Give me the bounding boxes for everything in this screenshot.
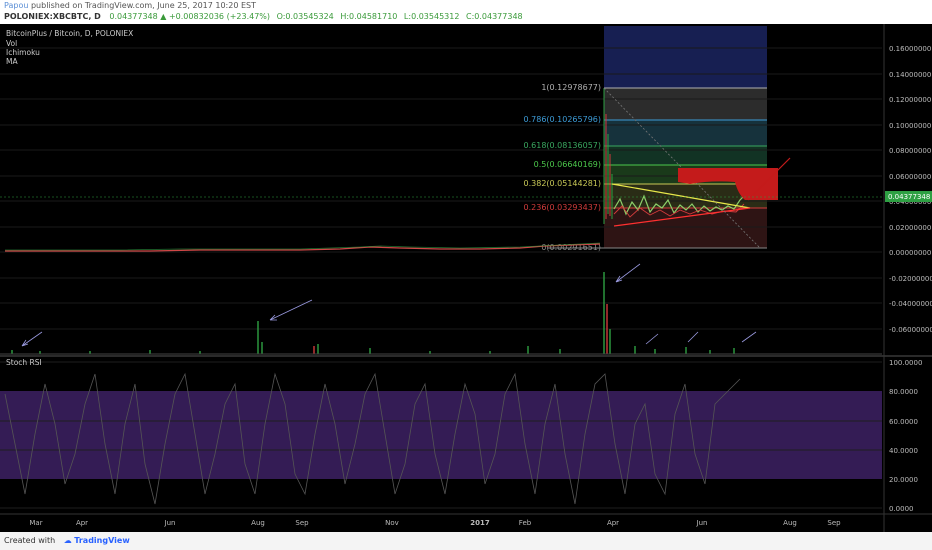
x-tick-1: Apr	[76, 519, 88, 527]
rsi-band	[0, 391, 882, 479]
fib-zone-1	[604, 88, 767, 120]
symbol-label: POLONIEX:XBCBTC, D	[4, 12, 101, 21]
price-tick-5: 0.06000000	[889, 173, 931, 181]
rsi-tick-0: 100.0000	[889, 359, 922, 367]
x-tick-3: Aug	[251, 519, 265, 527]
rsi-tick-2: 60.0000	[889, 418, 918, 426]
x-tick-0: Mar	[29, 519, 42, 527]
fib-zone-2	[604, 120, 767, 146]
fib-zone-3	[604, 146, 767, 165]
price-tick-8: 0.00000000	[889, 249, 931, 257]
price-tick-3: 0.10000000	[889, 122, 931, 130]
legend-title: BitcoinPlus / Bitcoin, D, POLONIEX	[6, 29, 133, 38]
footer: Created with ☁ TradingView	[0, 532, 932, 550]
price-tick-11: -0.06000000	[889, 326, 932, 334]
price-tick-0: 0.16000000	[889, 45, 931, 53]
fib-upper-zone	[604, 26, 767, 88]
x-tick-2: Jun	[164, 519, 176, 527]
fib-label-05: 0.5(0.06640169)	[534, 160, 601, 169]
high-value: H:0.04581710	[340, 12, 398, 21]
chart-area[interactable]: 1(0.12978677) 0.786(0.10265796) 0.618(0.…	[0, 24, 932, 532]
last-price-badge-text: 0.04377348	[888, 193, 930, 201]
legend-ichimoku[interactable]: Ichimoku	[6, 48, 40, 57]
ohlc-line: POLONIEX:XBCBTC, D 0.04377348 ▲ +0.00832…	[0, 11, 932, 23]
open-value: O:0.03545324	[276, 12, 334, 21]
x-tick-11: Sep	[827, 519, 841, 527]
x-tick-5: Nov	[385, 519, 399, 527]
x-tick-10: Aug	[783, 519, 797, 527]
change-value: +0.00832036 (+23.47%)	[168, 12, 271, 21]
fib-zone-6	[604, 208, 767, 248]
price-line-history-green	[5, 242, 601, 251]
fib-label-0382: 0.382(0.05144281)	[524, 179, 602, 188]
price-tick-4: 0.08000000	[889, 147, 931, 155]
fib-label-0786: 0.786(0.10265796)	[524, 115, 602, 124]
tradingview-cloud-icon: ☁	[63, 536, 72, 545]
rsi-tick-3: 40.0000	[889, 447, 918, 455]
fib-label-1: 1(0.12978677)	[541, 83, 601, 92]
legend-vol[interactable]: Vol	[6, 39, 17, 48]
author-link[interactable]: Papou	[4, 1, 28, 10]
fib-label-0236: 0.236(0.03293437)	[524, 203, 602, 212]
annotation-arrows	[21, 263, 757, 347]
stoch-rsi-label[interactable]: Stoch RSI	[6, 358, 42, 367]
rsi-tick-4: 20.0000	[889, 476, 918, 484]
x-tick-6: 2017	[470, 519, 490, 527]
volume-bars	[11, 272, 735, 354]
created-with-label: Created with	[4, 536, 56, 545]
x-tick-4: Sep	[295, 519, 309, 527]
price-tick-7: 0.02000000	[889, 224, 931, 232]
tradingview-brand[interactable]: TradingView	[74, 536, 129, 545]
legend-ma[interactable]: MA	[6, 57, 18, 66]
rsi-tick-5: 0.0000	[889, 505, 914, 513]
x-tick-9: Jun	[696, 519, 708, 527]
price-tick-9: -0.02000000	[889, 275, 932, 283]
fib-label-0618: 0.618(0.08136057)	[524, 141, 602, 150]
price-tick-1: 0.14000000	[889, 71, 931, 79]
low-value: L:0.03545312	[403, 12, 460, 21]
price-tick-2: 0.12000000	[889, 96, 931, 104]
price-tick-10: -0.04000000	[889, 300, 932, 308]
chart-svg[interactable]: 1(0.12978677) 0.786(0.10265796) 0.618(0.…	[0, 24, 932, 532]
publish-line: Papou published on TradingView.com, June…	[0, 0, 932, 11]
up-arrow-icon: ▲	[160, 12, 167, 21]
x-tick-8: Apr	[607, 519, 619, 527]
publish-info: published on TradingView.com, June 25, 2…	[30, 1, 256, 10]
x-tick-7: Feb	[519, 519, 532, 527]
close-value: C:0.04377348	[465, 12, 523, 21]
last-price: 0.04377348	[109, 12, 158, 21]
rsi-tick-1: 80.0000	[889, 388, 918, 396]
